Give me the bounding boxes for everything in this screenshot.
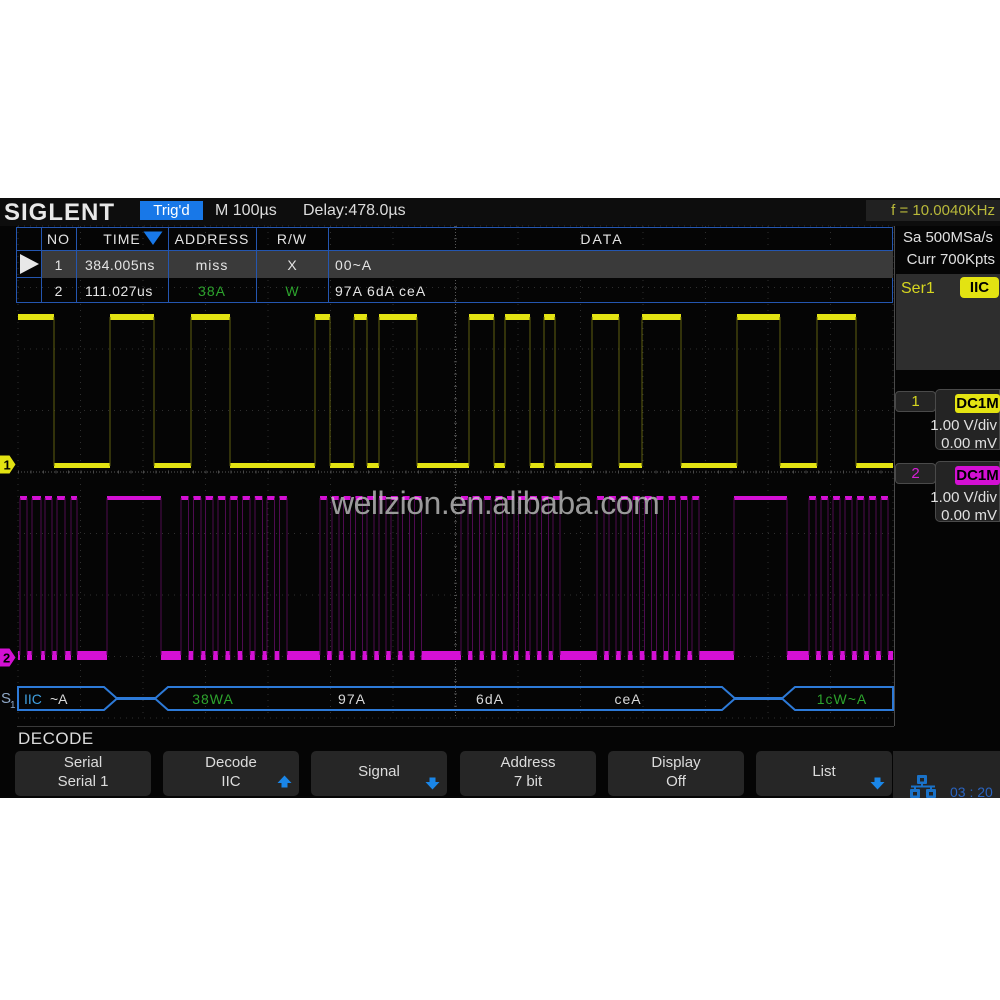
svg-text:2: 2 (3, 651, 10, 666)
svg-text:6dA: 6dA (476, 691, 504, 707)
svg-text:~A: ~A (50, 691, 68, 707)
svg-text:38WA: 38WA (192, 691, 234, 707)
svg-text:1: 1 (10, 700, 16, 711)
svg-text:IIC: IIC (24, 691, 42, 707)
svg-text:1cW~A: 1cW~A (817, 691, 868, 707)
svg-text:ceA: ceA (614, 691, 641, 707)
svg-text:1: 1 (4, 458, 11, 473)
svg-text:97A: 97A (338, 691, 366, 707)
